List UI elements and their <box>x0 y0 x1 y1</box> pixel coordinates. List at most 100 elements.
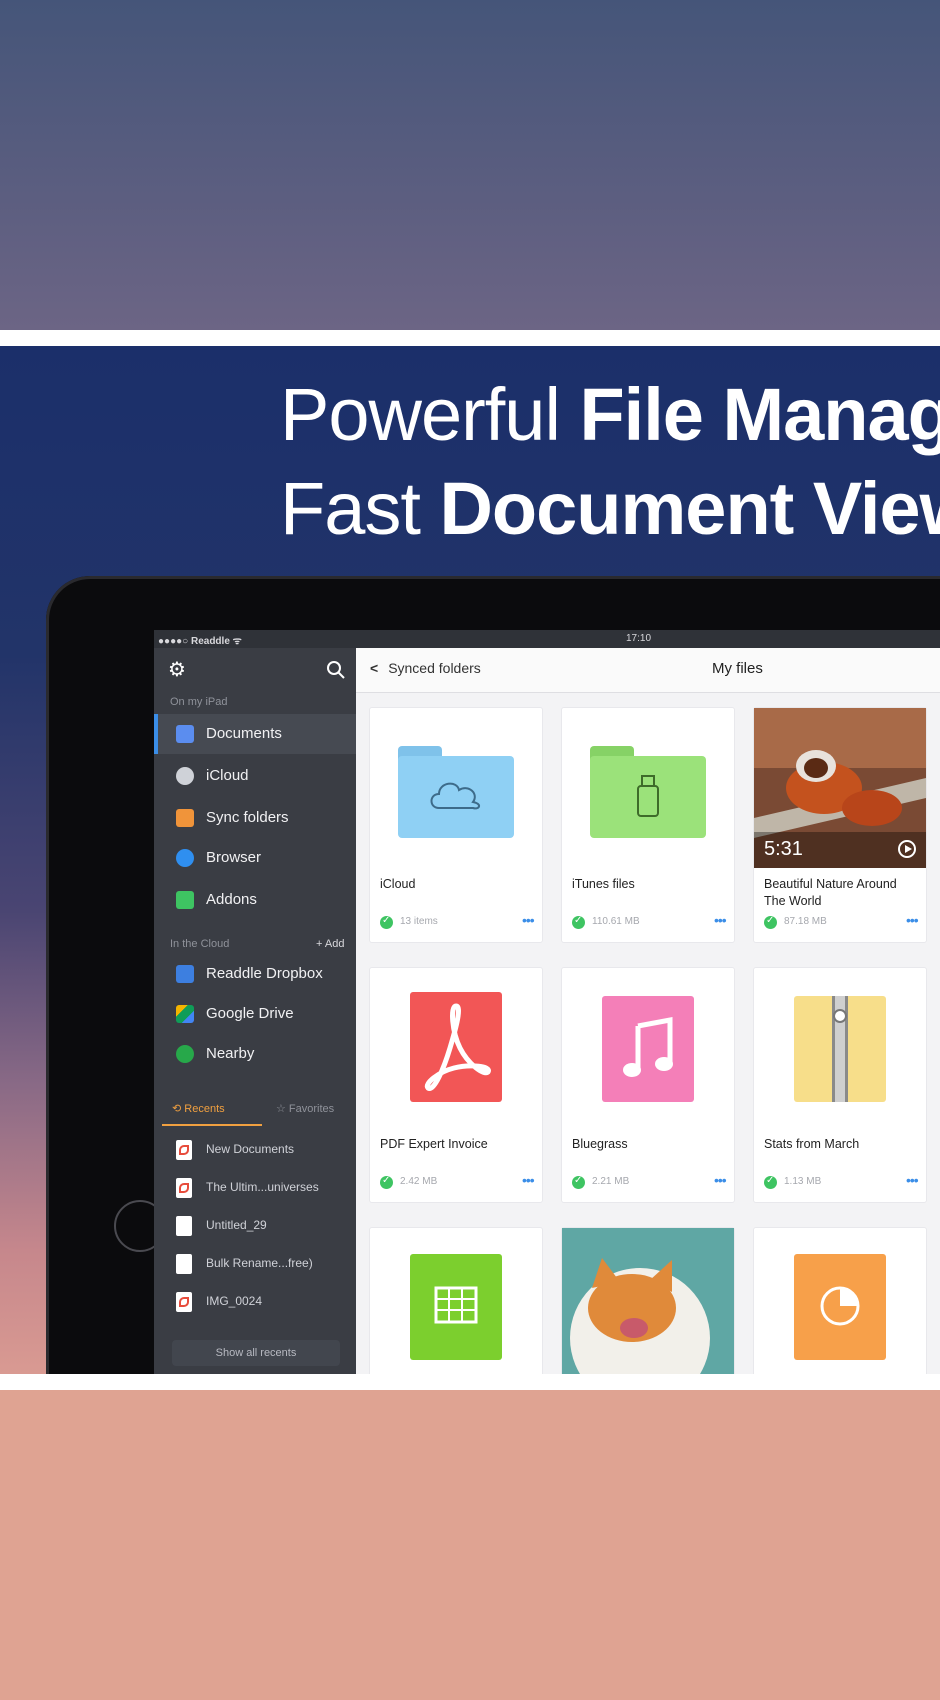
more-options-icon[interactable]: ••• <box>522 912 535 928</box>
sidebar-item-nearby[interactable]: Nearby <box>154 1034 356 1074</box>
tab-favorites[interactable]: ☆ Favorites <box>276 1102 334 1115</box>
file-card[interactable]: iCloud 13 items ••• <box>370 708 542 942</box>
play-icon[interactable] <box>898 840 916 858</box>
recent-item-label: Bulk Rename...free) <box>206 1256 313 1270</box>
cloud-icon <box>430 782 480 810</box>
recent-item[interactable]: New Documents <box>154 1132 356 1168</box>
recent-item[interactable]: Bulk Rename...free) <box>154 1246 356 1282</box>
file-card[interactable] <box>370 1228 542 1374</box>
document-icon <box>176 1216 192 1236</box>
recent-item-label: IMG_0024 <box>206 1294 263 1308</box>
zip-icon <box>794 996 886 1102</box>
pdf-icon <box>176 1140 192 1160</box>
music-thumbnail <box>562 968 734 1128</box>
file-card[interactable]: Stats from March 1.13 MB ••• <box>754 968 926 1202</box>
sidebar-item-label: iCloud <box>206 767 249 784</box>
headline-bold-text: File Manag <box>579 373 940 456</box>
sidebar-item-google-drive[interactable]: Google Drive <box>154 994 356 1034</box>
gear-icon[interactable]: ⚙ <box>168 660 188 680</box>
synced-check-icon <box>380 1175 393 1189</box>
tab-favorites-label: Favorites <box>288 1103 335 1115</box>
app-screen: ●●●●○ Readdle ᯤ 17:10 ⚙ On my iPad Docum… <box>154 630 940 1374</box>
promo-banner: Powerful File Manag Fast Document View ●… <box>0 346 940 1374</box>
headline-bold-text: Document View <box>439 467 940 550</box>
sidebar-item-browser[interactable]: Browser <box>154 838 356 878</box>
nav-bar: < Synced folders My files <box>356 648 940 693</box>
section-label-cloud: In the Cloud <box>170 938 230 950</box>
pdf-icon <box>176 1292 192 1312</box>
add-cloud-button[interactable]: + Add <box>316 938 344 950</box>
sidebar-item-label: Google Drive <box>206 1005 294 1022</box>
compass-icon <box>176 849 194 867</box>
document-icon <box>176 1254 192 1274</box>
recent-item[interactable]: IMG_0024 <box>154 1284 356 1320</box>
pdf-icon <box>410 992 502 1102</box>
file-card[interactable]: PDF Expert Invoice 2.42 MB ••• <box>370 968 542 1202</box>
recent-item-label: Untitled_29 <box>206 1218 267 1232</box>
sidebar-item-label: Addons <box>206 891 257 908</box>
recent-item-label: The Ultim...universes <box>206 1180 319 1194</box>
tab-indicator <box>162 1124 262 1126</box>
pie-chart-icon <box>794 1254 886 1360</box>
sidebar-item-sync-folders[interactable]: Sync folders <box>154 798 356 838</box>
folder-icon <box>590 746 706 838</box>
carrier-label: ●●●●○ Readdle ᯤ <box>158 636 242 647</box>
headline-line-2: Fast Document View <box>280 466 940 551</box>
file-meta: 110.61 MB <box>592 916 640 927</box>
tab-recents-label: Recents <box>184 1103 225 1115</box>
synced-check-icon <box>572 1175 585 1189</box>
search-icon[interactable] <box>326 660 346 680</box>
sidebar-item-label: Readdle Dropbox <box>206 965 323 982</box>
sidebar-item-label: Browser <box>206 849 262 866</box>
spreadsheet-icon <box>410 1254 502 1360</box>
sidebar-item-addons[interactable]: Addons <box>154 880 356 920</box>
bottom-background <box>0 1390 940 1700</box>
sidebar-item-readdle-dropbox[interactable]: Readdle Dropbox <box>154 954 356 994</box>
section-label-ipad: On my iPad <box>170 696 228 708</box>
show-all-recents-button[interactable]: Show all recents <box>172 1340 340 1366</box>
back-button[interactable]: < Synced folders <box>370 660 481 676</box>
sidebar-item-label: Nearby <box>206 1045 255 1062</box>
pdf-thumbnail <box>370 968 542 1128</box>
chevron-left-icon: < <box>370 660 379 676</box>
folder-thumbnail <box>370 708 542 868</box>
sidebar-item-label: Sync folders <box>206 809 289 826</box>
dropbox-icon <box>176 965 194 983</box>
file-meta: 2.21 MB <box>592 1176 630 1187</box>
file-card[interactable] <box>562 1228 734 1374</box>
more-options-icon[interactable]: ••• <box>906 912 919 928</box>
synced-check-icon <box>380 915 393 929</box>
sidebar-item-documents[interactable]: Documents <box>154 714 356 754</box>
video-thumbnail: 5:31 <box>754 708 926 868</box>
presentation-thumbnail <box>754 1228 926 1374</box>
file-meta: 1.13 MB <box>784 1176 822 1187</box>
synced-check-icon <box>764 1175 777 1189</box>
recent-item[interactable]: Untitled_29 <box>154 1208 356 1244</box>
file-card[interactable]: Bluegrass 2.21 MB ••• <box>562 968 734 1202</box>
file-meta: 87.18 MB <box>784 916 827 927</box>
file-card[interactable]: 5:31 Beautiful Nature Around The World 8… <box>754 708 926 942</box>
video-duration: 5:31 <box>764 838 803 860</box>
sidebar-item-icloud[interactable]: iCloud <box>154 756 356 796</box>
usb-icon <box>637 775 659 817</box>
cloud-icon <box>176 767 194 785</box>
more-options-icon[interactable]: ••• <box>714 912 727 928</box>
file-title: iCloud <box>380 877 416 891</box>
more-options-icon[interactable]: ••• <box>522 1172 535 1188</box>
recent-item[interactable]: The Ultim...universes <box>154 1170 356 1206</box>
more-options-icon[interactable]: ••• <box>714 1172 727 1188</box>
back-button-label: Synced folders <box>388 660 481 676</box>
tab-recents[interactable]: ⟲ Recents <box>172 1102 225 1115</box>
headline-light-text: Powerful <box>280 373 580 456</box>
file-card[interactable]: iTunes files 110.61 MB ••• <box>562 708 734 942</box>
synced-check-icon <box>572 915 585 929</box>
more-options-icon[interactable]: ••• <box>906 1172 919 1188</box>
music-note-icon <box>602 996 694 1102</box>
file-card[interactable] <box>754 1228 926 1374</box>
file-title: Stats from March <box>764 1137 860 1151</box>
divider <box>0 330 940 346</box>
cart-icon <box>176 891 194 909</box>
divider <box>0 1374 940 1390</box>
headline-light-text: Fast <box>280 467 440 550</box>
sidebar-item-label: Documents <box>206 725 282 742</box>
